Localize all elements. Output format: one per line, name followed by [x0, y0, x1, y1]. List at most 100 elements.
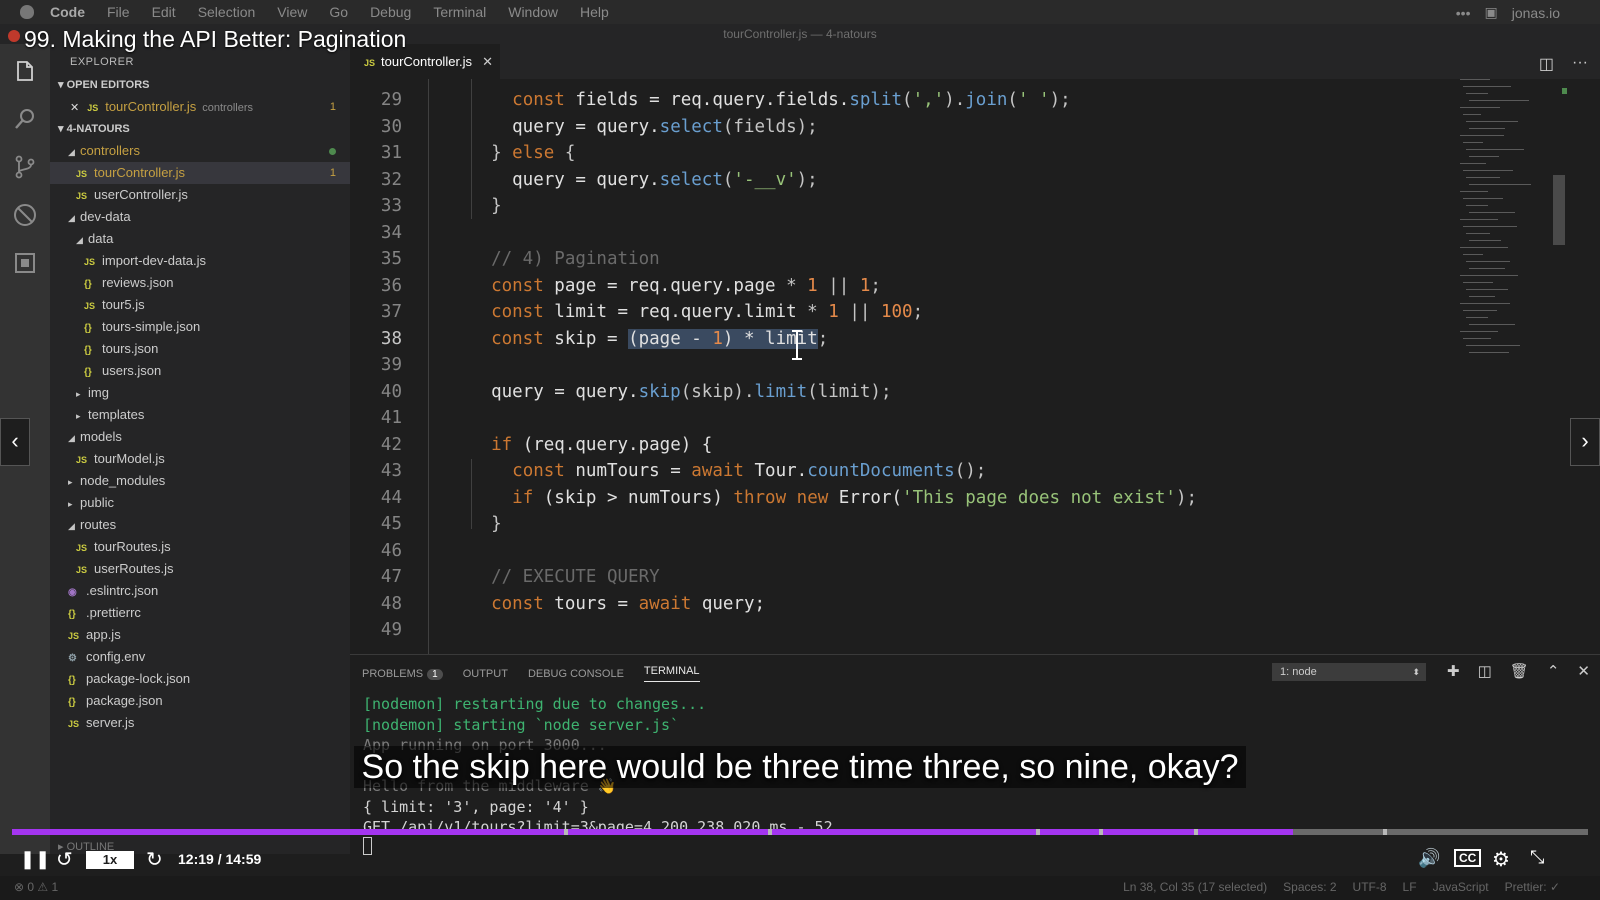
- status-eol[interactable]: LF: [1403, 880, 1417, 894]
- open-editor-item[interactable]: ✕ JS tourController.js controllers 1: [50, 96, 350, 118]
- close-icon[interactable]: ✕: [70, 102, 79, 114]
- tree-item[interactable]: JS userController.js: [50, 184, 350, 206]
- search-icon[interactable]: [12, 106, 38, 132]
- volume-icon[interactable]: 🔊: [1418, 848, 1440, 869]
- terminal-select[interactable]: 1: node ⬍: [1272, 663, 1426, 681]
- playback-speed-button[interactable]: 1x: [86, 851, 134, 869]
- code-line: 34: [350, 220, 1450, 247]
- menu-help[interactable]: Help: [580, 4, 609, 20]
- tree-item[interactable]: JS tourModel.js: [50, 448, 350, 470]
- tree-item[interactable]: JS server.js: [50, 712, 350, 734]
- code-token: (fields);: [722, 116, 818, 137]
- tree-item[interactable]: {} users.json: [50, 360, 350, 382]
- menu-edit[interactable]: Edit: [152, 4, 176, 20]
- window-close-dot[interactable]: [8, 30, 20, 42]
- more-icon[interactable]: •••: [1456, 5, 1471, 21]
- extensions-icon[interactable]: [12, 250, 38, 276]
- tab-output[interactable]: OUTPUT: [463, 668, 508, 680]
- settings-gear-icon[interactable]: ⚙: [1492, 847, 1510, 872]
- tree-item[interactable]: {} package.json: [50, 690, 350, 712]
- tree-item[interactable]: ▸ public: [50, 492, 350, 514]
- debug-icon[interactable]: [12, 202, 38, 228]
- status-encoding[interactable]: UTF-8: [1353, 880, 1387, 894]
- chapter-marker[interactable]: [768, 829, 773, 835]
- split-editor-icon[interactable]: ◫: [1539, 54, 1554, 74]
- video-progress-bar[interactable]: [12, 829, 1588, 835]
- menu-app[interactable]: Code: [50, 4, 85, 20]
- status-formatter[interactable]: Prettier: ✓: [1505, 880, 1560, 894]
- minimap[interactable]: [1460, 75, 1550, 375]
- tree-item[interactable]: ◢ controllers: [50, 140, 350, 162]
- tree-item[interactable]: JS tourRoutes.js: [50, 536, 350, 558]
- tree-item[interactable]: {} reviews.json: [50, 272, 350, 294]
- menu-file[interactable]: File: [107, 4, 130, 20]
- code-editor[interactable]: 29 const fields = req.query.fields.split…: [350, 79, 1600, 654]
- screen-icon[interactable]: ▣: [1485, 4, 1498, 21]
- rewind-icon[interactable]: ↺: [56, 847, 73, 872]
- tree-item[interactable]: JS tourController.js 1: [50, 162, 350, 184]
- maximize-panel-icon[interactable]: ⌃: [1547, 662, 1560, 680]
- tree-item[interactable]: {} tours.json: [50, 338, 350, 360]
- trash-icon[interactable]: 🗑: [1510, 662, 1529, 680]
- captions-icon[interactable]: CC: [1454, 849, 1482, 867]
- tab-debug-console[interactable]: DEBUG CONSOLE: [528, 668, 624, 680]
- tree-item[interactable]: {} package-lock.json: [50, 668, 350, 690]
- tab-problems[interactable]: PROBLEMS 1: [362, 668, 443, 680]
- tree-item[interactable]: JS userRoutes.js: [50, 558, 350, 580]
- tree-item[interactable]: ◢ models: [50, 426, 350, 448]
- tree-item[interactable]: ◢ dev-data: [50, 206, 350, 228]
- tree-item[interactable]: ◢ routes: [50, 514, 350, 536]
- close-icon[interactable]: ✕: [482, 54, 493, 69]
- more-actions-icon[interactable]: ···: [1572, 54, 1588, 74]
- line-number: 49: [380, 620, 402, 640]
- chapter-marker[interactable]: [1194, 829, 1198, 835]
- fullscreen-exit-icon[interactable]: ⤡: [1530, 847, 1544, 868]
- new-terminal-icon[interactable]: ✚: [1447, 662, 1460, 680]
- chapter-marker[interactable]: [563, 829, 568, 835]
- minimap-line: [1460, 163, 1486, 164]
- menu-debug[interactable]: Debug: [370, 4, 411, 20]
- tree-item[interactable]: ▸ templates: [50, 404, 350, 426]
- tree-item[interactable]: JS tour5.js: [50, 294, 350, 316]
- tree-item[interactable]: JS app.js: [50, 624, 350, 646]
- code-text: query = query.select(fields);: [470, 114, 818, 141]
- open-editors-section[interactable]: ▾ OPEN EDITORS: [50, 74, 350, 96]
- split-terminal-icon[interactable]: ◫: [1478, 662, 1492, 680]
- menu-selection[interactable]: Selection: [198, 4, 256, 20]
- tree-item[interactable]: JS import-dev-data.js: [50, 250, 350, 272]
- project-section[interactable]: ▾ 4-NATOURS: [50, 118, 350, 140]
- minimap-line: [1466, 93, 1488, 94]
- menu-go[interactable]: Go: [329, 4, 348, 20]
- tree-item[interactable]: ◉ .eslintrc.json: [50, 580, 350, 602]
- tree-item[interactable]: {} .prettierrc: [50, 602, 350, 624]
- code-token: *: [807, 302, 818, 322]
- chapter-marker[interactable]: [1036, 829, 1041, 835]
- close-panel-icon[interactable]: ✕: [1577, 662, 1590, 680]
- tab-terminal[interactable]: TERMINAL: [643, 665, 700, 682]
- tree-item[interactable]: ⚙ config.env: [50, 646, 350, 668]
- status-indentation[interactable]: Spaces: 2: [1283, 880, 1336, 894]
- apple-icon[interactable]: [20, 5, 34, 19]
- previous-lecture-button[interactable]: ‹: [0, 418, 30, 466]
- pause-icon[interactable]: ❚❚: [20, 849, 50, 870]
- forward-icon[interactable]: ↻: [146, 847, 163, 872]
- status-problems[interactable]: ⊗ 0 ⚠ 1: [14, 880, 58, 894]
- menu-terminal[interactable]: Terminal: [433, 4, 486, 20]
- menu-window[interactable]: Window: [508, 4, 558, 20]
- tree-item[interactable]: ▸ img: [50, 382, 350, 404]
- chapter-marker[interactable]: [1383, 829, 1388, 835]
- editor-scrollbar[interactable]: [1553, 175, 1565, 245]
- source-control-icon[interactable]: [12, 154, 38, 180]
- tree-item[interactable]: ◢ data: [50, 228, 350, 250]
- menu-view[interactable]: View: [277, 4, 307, 20]
- tree-item[interactable]: {} tours-simple.json: [50, 316, 350, 338]
- playback-time: 12:19 / 14:59: [178, 851, 262, 867]
- status-language[interactable]: JavaScript: [1433, 880, 1489, 894]
- chapter-marker[interactable]: [1099, 829, 1104, 835]
- files-icon[interactable]: [12, 58, 38, 84]
- next-lecture-button[interactable]: ›: [1570, 418, 1600, 466]
- scrollbar-change-marker: [1562, 88, 1567, 94]
- tree-item[interactable]: ▸ node_modules: [50, 470, 350, 492]
- status-cursor-position[interactable]: Ln 38, Col 35 (17 selected): [1123, 880, 1267, 894]
- code-text: const limit = req.query.limit * 1 || 100…: [470, 299, 923, 326]
